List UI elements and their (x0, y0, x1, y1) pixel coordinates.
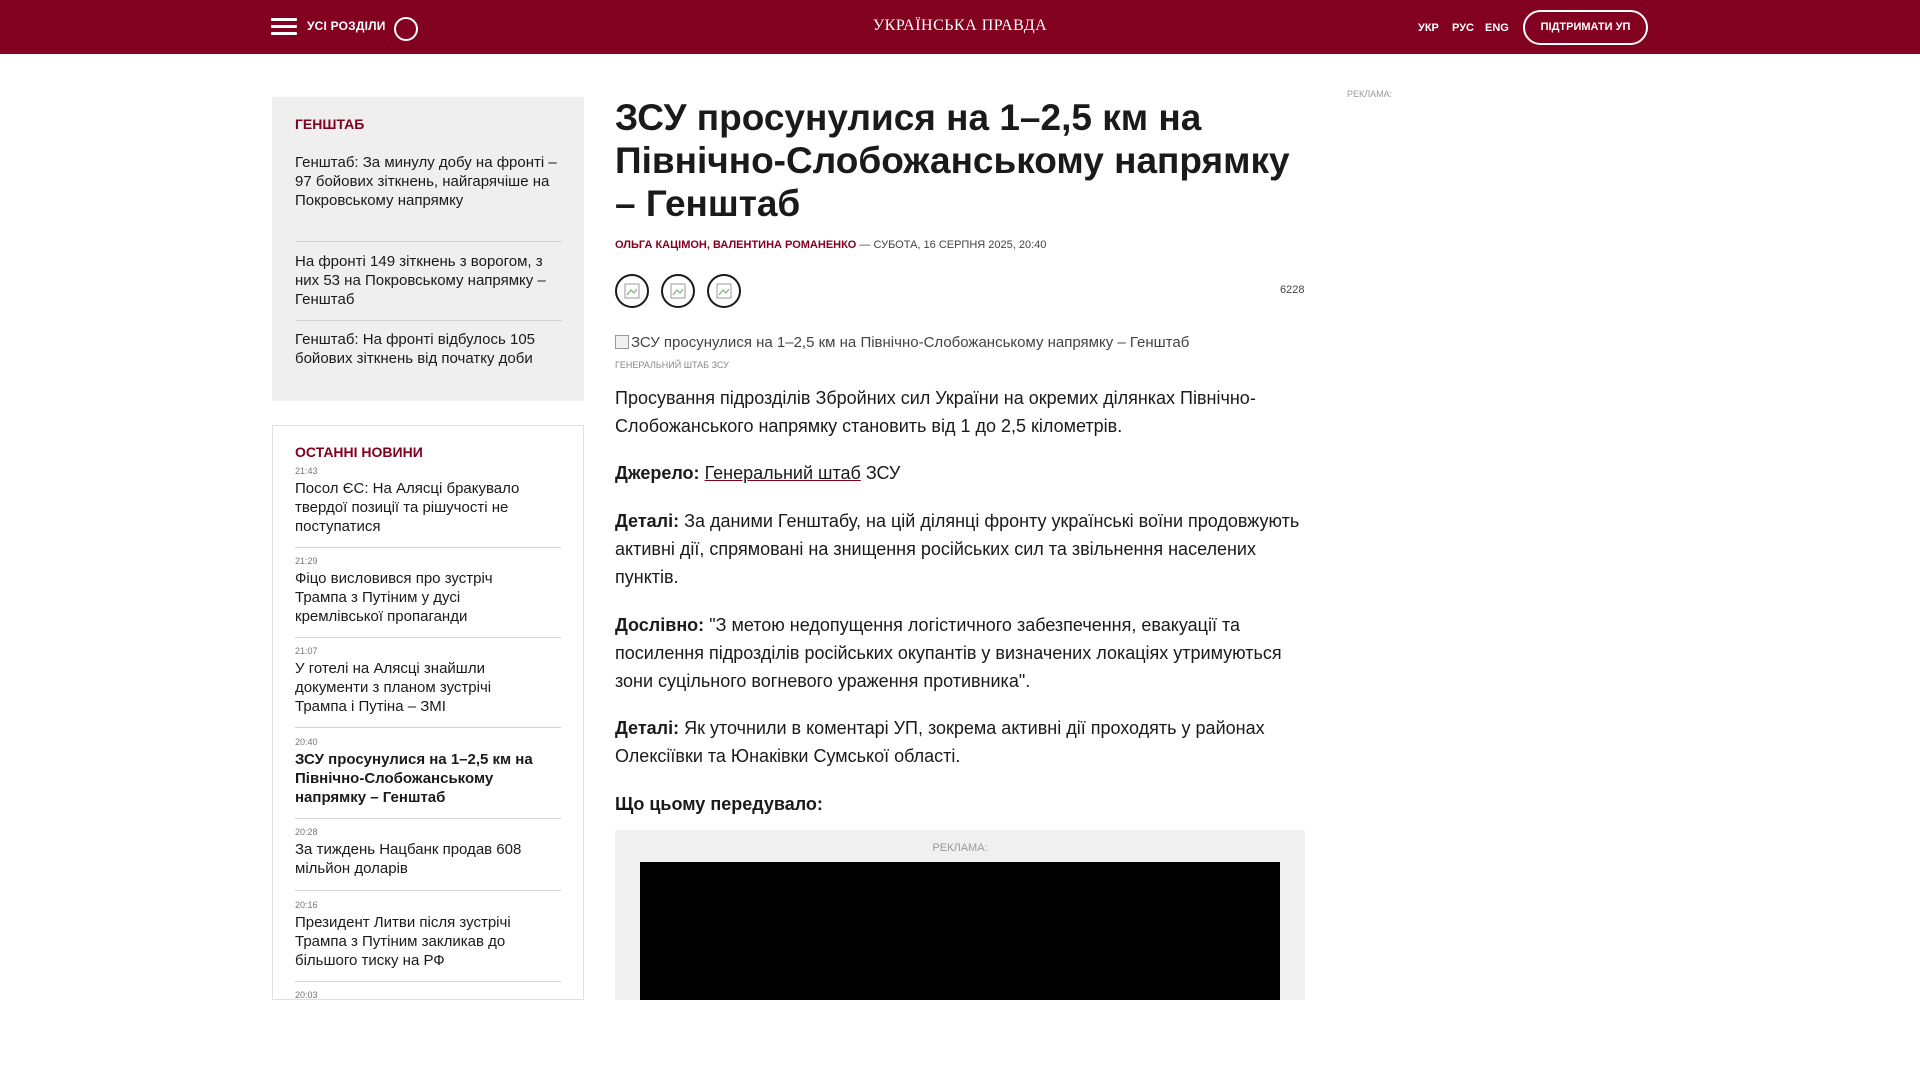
search-icon[interactable] (394, 17, 418, 41)
news-item[interactable]: Президент Литви після зустрічі Трампа з … (295, 913, 543, 970)
news-time: 21:29 (295, 556, 318, 566)
lang-ukr[interactable]: УКР (1418, 22, 1439, 34)
share-twitter-button[interactable] (661, 274, 695, 308)
lang-eng[interactable]: ENG (1485, 22, 1509, 34)
share-facebook-button[interactable] (615, 274, 649, 308)
ad-video-player[interactable] (640, 862, 1280, 1000)
source-label: Джерело: (615, 463, 700, 483)
article-source: Джерело: Генеральний штаб ЗСУ (615, 459, 1305, 487)
news-time: 20:03 (295, 990, 318, 1000)
ad-label-right: РЕКЛАМА: (1347, 89, 1393, 99)
details2-label: Деталі: (615, 718, 680, 738)
details-label: Деталі: (615, 511, 680, 531)
divider (295, 320, 562, 321)
preceded-label: Що цьому передувало: (615, 794, 823, 814)
news-item[interactable]: За тиждень Нацбанк продав 608 мільйон до… (295, 840, 543, 878)
news-time: 20:16 (295, 900, 318, 910)
view-count: 6228 (1280, 284, 1305, 296)
divider (295, 637, 561, 638)
details2-text: Як уточнили в коментарі УП, зокрема акти… (615, 718, 1265, 766)
facebook-icon (624, 283, 640, 299)
genshtab-title[interactable]: ГЕНШТАБ (295, 116, 364, 132)
article-paragraph: Деталі: Як уточнили в коментарі УП, зокр… (615, 714, 1305, 770)
divider (295, 981, 561, 982)
article-main-image[interactable]: ЗСУ просунулися на 1–2,5 км на Північно-… (615, 334, 1235, 354)
genshtab-item[interactable]: Генштаб: На фронті відбулось 105 бойових… (295, 330, 562, 368)
news-item[interactable]: Фіцо висловився про зустріч Трампа з Пут… (295, 569, 543, 626)
news-time: 20:40 (295, 737, 318, 747)
top-header: УСІ РОЗДІЛИ УКРАЇНСЬКА ПРАВДА УКР РУС EN… (0, 0, 1920, 54)
genshtab-block: ГЕНШТАБ Генштаб: За минулу добу на фронт… (272, 97, 584, 401)
telegram-icon (716, 283, 732, 299)
all-sections-link[interactable]: УСІ РОЗДІЛИ (307, 19, 386, 33)
news-item-current[interactable]: ЗСУ просунулися на 1–2,5 км на Північно-… (295, 750, 543, 807)
news-time: 21:43 (295, 466, 318, 476)
site-logo-text[interactable]: УКРАЇНСЬКА ПРАВДА (873, 17, 1047, 34)
article-date: СУБОТА, 16 СЕРПНЯ 2025, 20:40 (873, 239, 1047, 251)
lang-rus[interactable]: РУС (1452, 22, 1474, 34)
genshtab-item[interactable]: Генштаб: За минулу добу на фронті – 97 б… (295, 153, 562, 210)
latest-news-title[interactable]: ОСТАННІ НОВИНИ (295, 444, 423, 460)
image-alt-text: ЗСУ просунулися на 1–2,5 км на Північно-… (631, 334, 1190, 351)
article-authors[interactable]: ОЛЬГА КАЦІМОН, ВАЛЕНТИНА РОМАНЕНКО (615, 239, 856, 251)
news-item[interactable]: Посол ЄС: На Алясці бракувало твердої по… (295, 479, 543, 536)
share-telegram-button[interactable] (707, 274, 741, 308)
details-text: За даними Генштабу, на цій ділянці фронт… (615, 511, 1300, 587)
byline-separator: — (856, 239, 874, 251)
quote-label: Дослівно: (615, 615, 705, 635)
quote-text: "З метою недопущення логістичного забезп… (615, 615, 1282, 691)
source-rest: ЗСУ (860, 463, 901, 483)
inline-ad: РЕКЛАМА: (615, 830, 1305, 1000)
hamburger-menu-icon[interactable] (271, 18, 297, 38)
broken-image-icon (615, 335, 629, 349)
news-time: 21:07 (295, 646, 318, 656)
divider (295, 727, 561, 728)
source-link[interactable]: Генеральний штаб (705, 463, 861, 483)
twitter-icon (670, 283, 686, 299)
latest-news-block: ОСТАННІ НОВИНИ 21:43 Посол ЄС: На Алясці… (272, 425, 584, 1000)
article-paragraph: Деталі: За даними Генштабу, на цій ділян… (615, 507, 1305, 591)
article-byline: ОЛЬГА КАЦІМОН, ВАЛЕНТИНА РОМАНЕНКО — СУБ… (615, 239, 1046, 251)
divider (295, 818, 561, 819)
article-preceded: Що цьому передувало: (615, 790, 1305, 818)
ad-label: РЕКЛАМА: (932, 842, 988, 854)
article-quote: Дослівно: "З метою недопущення логістичн… (615, 611, 1305, 695)
genshtab-item[interactable]: На фронті 149 зіткнень з ворогом, з них … (295, 252, 562, 309)
photo-credit: ГЕНЕРАЛЬНИЙ ШТАБ ЗСУ (615, 360, 729, 370)
news-time: 20:28 (295, 827, 318, 837)
divider (295, 890, 561, 891)
support-button[interactable]: ПІДТРИМАТИ УП (1523, 10, 1648, 45)
news-item[interactable]: У готелі на Алясці знайшли документи з п… (295, 659, 543, 716)
divider (295, 547, 561, 548)
article-paragraph: Просування підрозділів Збройних сил Укра… (615, 388, 1256, 436)
article-headline: ЗСУ просунулися на 1–2,5 км на Північно-… (615, 97, 1290, 224)
divider (295, 241, 562, 242)
